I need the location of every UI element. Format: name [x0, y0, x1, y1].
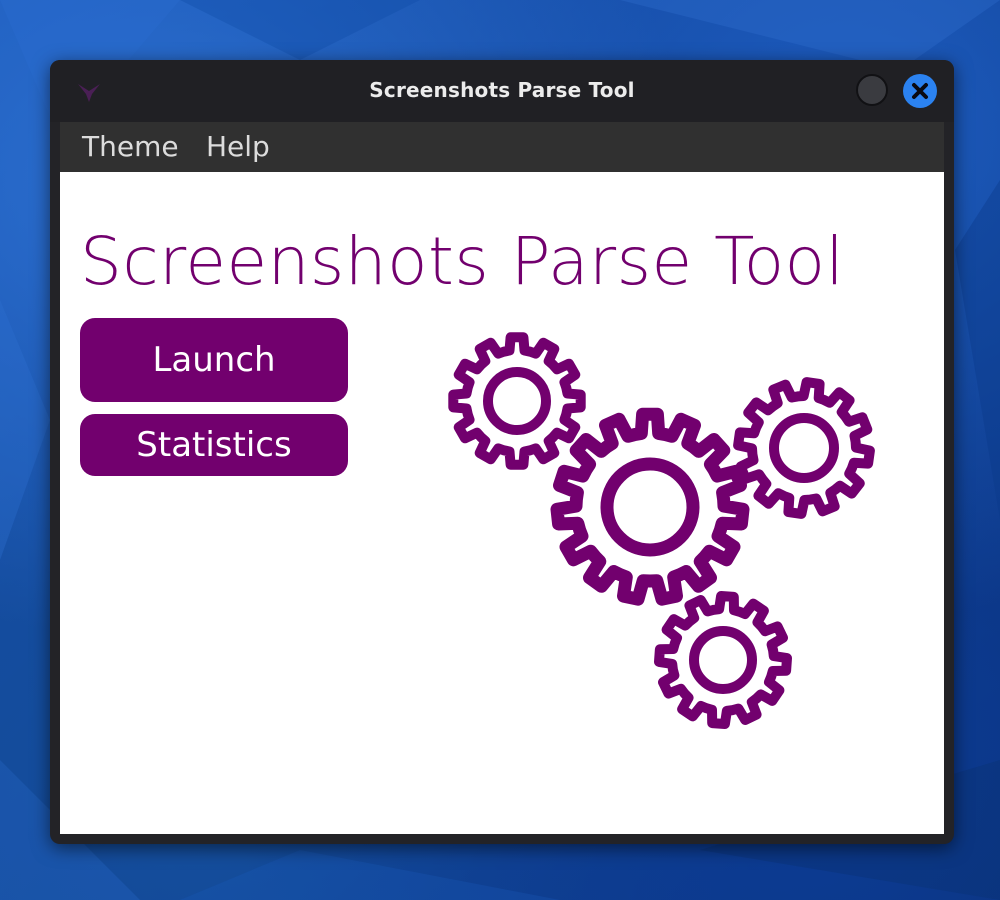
gear-4-outline [654, 591, 792, 729]
gear-2-hole [600, 457, 700, 557]
gear-1-hole [483, 367, 551, 435]
gear-4-hole [689, 626, 757, 694]
main-content: Screenshots Parse Tool Launch Statistics [60, 172, 944, 834]
minimize-button[interactable] [856, 74, 888, 106]
window-title: Screenshots Parse Tool [369, 78, 635, 102]
gear-3-hole [769, 413, 839, 483]
close-button[interactable] [903, 74, 937, 108]
gear-1-outline [448, 332, 586, 470]
app-window: Screenshots Parse Tool Theme Help Screen… [50, 60, 954, 844]
title-bar[interactable]: Screenshots Parse Tool [50, 60, 954, 122]
menu-help[interactable]: Help [206, 130, 270, 164]
gear-2-outline [550, 407, 750, 606]
gear-3-outline [733, 377, 875, 519]
gears-icon [448, 332, 875, 729]
close-icon [912, 83, 928, 99]
menu-theme[interactable]: Theme [82, 130, 179, 164]
menu-bar: Theme Help [60, 122, 944, 172]
